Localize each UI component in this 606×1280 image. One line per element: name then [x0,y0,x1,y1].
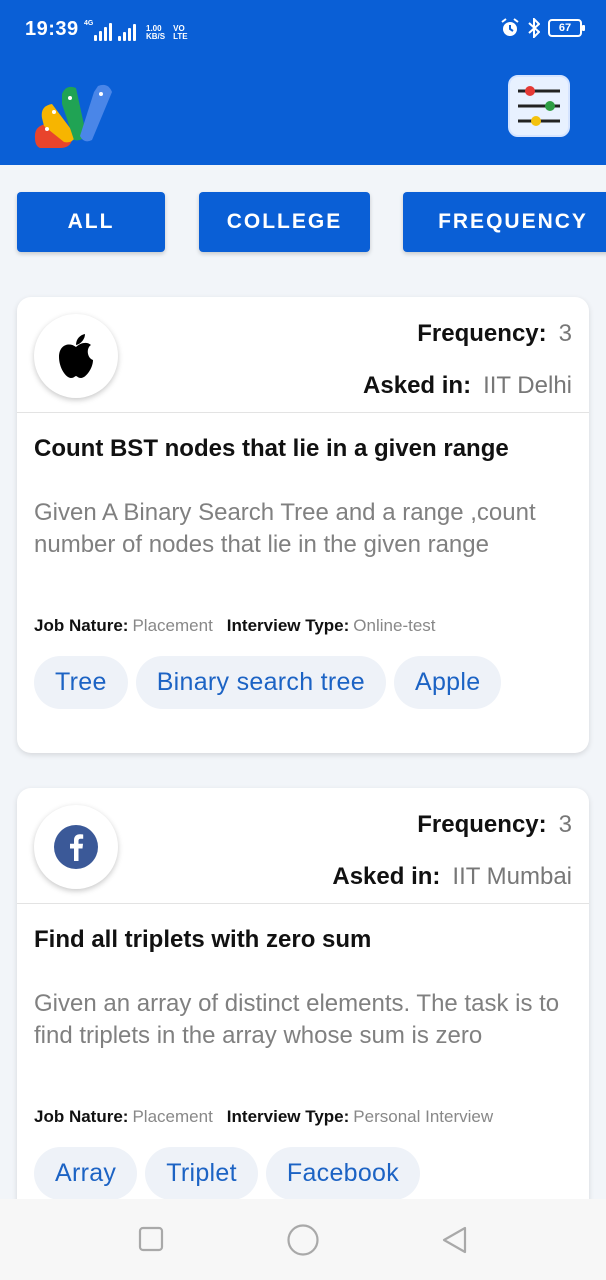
asked-in-row: Asked in: IIT Delhi [363,372,572,400]
tag-chip[interactable]: Tree [34,656,128,709]
filter-sliders-icon [518,86,560,126]
signal-1-icon: 4G [84,20,112,41]
tag-chip[interactable]: Triplet [145,1147,258,1200]
asked-in-label: Asked in: [332,863,441,890]
job-info-row: Job Nature: Placement Interview Type: Perso… [34,1107,493,1127]
job-nature-label: Job Nature: [34,1107,129,1126]
tab-all[interactable]: ALL [17,192,165,252]
bluetooth-icon [528,18,540,38]
tab-frequency[interactable]: FREQUENCY [403,192,606,252]
status-bar: 19:39 4G 1.00 KB/S VO LTE 67 [0,0,606,62]
frequency-row: Frequency: 3 [417,811,572,839]
question-description: Given an array of distinct elements. The… [34,990,560,1049]
company-logo [34,314,118,398]
question-card[interactable]: Frequency: 3 Asked in: IIT Mumbai Find all… [17,788,589,1244]
facebook-icon [54,825,98,869]
app-logo-icon [34,84,112,148]
frequency-value: 3 [558,811,572,838]
interview-type-value: Personal Interview [353,1107,494,1126]
frequency-label: Frequency: [417,320,547,347]
system-nav-bar [0,1199,606,1280]
filter-button[interactable] [508,75,570,137]
volte-indicator: VO LTE [173,24,188,41]
data-speed: 1.00 KB/S [146,24,166,41]
asked-in-value: IIT Delhi [483,372,572,399]
alarm-icon [501,18,519,36]
nav-recents-icon[interactable] [138,1226,164,1252]
interview-type-value: Online-test [353,616,436,635]
question-card[interactable]: Frequency: 3 Asked in: IIT Delhi Count BST… [17,297,589,753]
job-nature-label: Job Nature: [34,616,129,635]
asked-in-label: Asked in: [363,372,472,399]
network-type: 4G [84,20,94,27]
card-header: Frequency: 3 Asked in: IIT Delhi [17,297,589,413]
apple-icon [59,334,93,378]
card-header: Frequency: 3 Asked in: IIT Mumbai [17,788,589,904]
filter-tabs: ALL COLLEGE FREQUENCY [0,192,606,252]
tag-chip[interactable]: Facebook [265,1147,421,1200]
company-logo [34,805,118,889]
question-title: Find all triplets with zero sum [34,926,372,953]
battery-indicator: 67 [548,19,585,37]
tag-chip[interactable]: Array [34,1147,138,1200]
frequency-label: Frequency: [417,811,547,838]
nav-back-icon[interactable] [440,1225,468,1255]
job-nature-value: Placement [132,1107,213,1126]
tab-college[interactable]: COLLEGE [199,192,370,252]
tag-chip[interactable]: Binary search tree [135,656,386,709]
interview-type-label: Interview Type: [226,616,350,635]
interview-type-label: Interview Type: [226,1107,350,1126]
nav-home-icon[interactable] [286,1223,320,1257]
status-time: 19:39 [25,18,79,40]
tag-list: Tree Binary search tree Apple [34,656,502,709]
network-status: 4G 1.00 KB/S VO LTE [84,20,188,41]
status-right: 67 [500,18,585,38]
app-bar: 19:39 4G 1.00 KB/S VO LTE 67 [0,0,606,165]
asked-in-row: Asked in: IIT Mumbai [332,863,572,891]
tag-chip[interactable]: Apple [393,656,502,709]
frequency-row: Frequency: 3 [417,320,572,348]
job-info-row: Job Nature: Placement Interview Type: Onlin… [34,616,436,636]
signal-2-icon [118,23,136,41]
tag-list: Array Triplet Facebook [34,1147,421,1200]
asked-in-value: IIT Mumbai [452,863,572,890]
frequency-value: 3 [558,320,572,347]
question-description: Given A Binary Search Tree and a range ,… [34,499,536,558]
question-title: Count BST nodes that lie in a given rang… [34,435,509,462]
job-nature-value: Placement [132,616,213,635]
